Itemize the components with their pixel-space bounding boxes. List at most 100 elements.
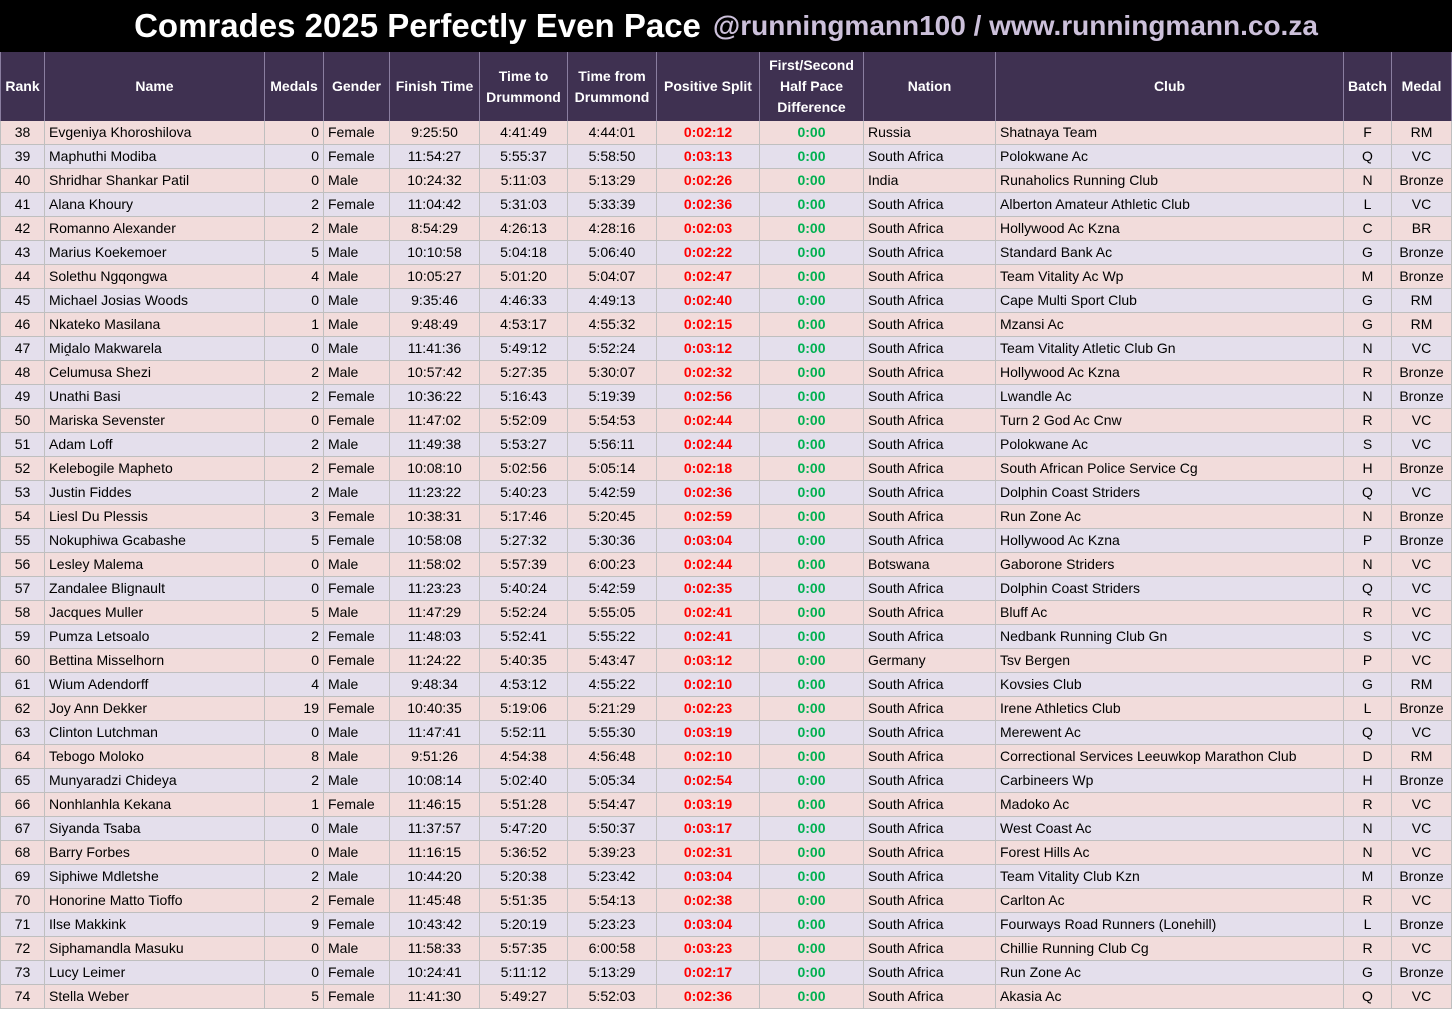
time-from-drummond-cell: 5:30:36 (568, 529, 657, 553)
finish-time-cell: 11:49:38 (390, 433, 480, 457)
table-row: 73 Lucy Leimer 0 Female 10:24:41 5:11:12 5:13:… (0, 961, 1452, 985)
rank-cell: 73 (0, 961, 45, 985)
finish-time-cell: 9:48:34 (390, 673, 480, 697)
name-cell: Kelebogile Mapheto (45, 457, 265, 481)
nation-cell: South Africa (864, 337, 996, 361)
batch-cell: Q (1344, 721, 1392, 745)
finish-time-cell: 10:08:10 (390, 457, 480, 481)
table-row: 49 Unathi Basi 2 Female 10:36:22 5:16:43 5:19:… (0, 385, 1452, 409)
batch-cell: L (1344, 193, 1392, 217)
time-from-drummond-cell: 5:19:39 (568, 385, 657, 409)
club-cell: Forest Hills Ac (996, 841, 1344, 865)
name-cell: Tebogo Moloko (45, 745, 265, 769)
medal-cell: VC (1392, 649, 1452, 673)
table-row: 45 Michael Josias Woods 0 Male 9:35:46 4:46:3… (0, 289, 1452, 313)
club-cell: Akasia Ac (996, 985, 1344, 1009)
rank-cell: 69 (0, 865, 45, 889)
medal-cell: VC (1392, 841, 1452, 865)
half-pace-difference-cell: 0:00 (760, 121, 864, 145)
table-row: 41 Alana Khoury 2 Female 11:04:42 5:31:03 5:33… (0, 193, 1452, 217)
medals-cell: 9 (265, 913, 324, 937)
time-from-drummond-cell: 4:44:01 (568, 121, 657, 145)
nation-cell: South Africa (864, 865, 996, 889)
medal-cell: VC (1392, 625, 1452, 649)
column-header-medal: Medal (1392, 52, 1452, 121)
time-from-drummond-cell: 5:55:22 (568, 625, 657, 649)
medals-cell: 8 (265, 745, 324, 769)
nation-cell: Russia (864, 121, 996, 145)
table-row: 64 Tebogo Moloko 8 Male 9:51:26 4:54:38 4:56:4… (0, 745, 1452, 769)
nation-cell: South Africa (864, 457, 996, 481)
name-cell: Romanno Alexander (45, 217, 265, 241)
club-cell: Irene Athletics Club (996, 697, 1344, 721)
finish-time-cell: 9:25:50 (390, 121, 480, 145)
time-to-drummond-cell: 5:40:35 (480, 649, 568, 673)
table-row: 68 Barry Forbes 0 Male 11:16:15 5:36:52 5:39:2… (0, 841, 1452, 865)
gender-cell: Male (324, 289, 390, 313)
medal-cell: Bronze (1392, 505, 1452, 529)
time-to-drummond-cell: 5:52:24 (480, 601, 568, 625)
half-pace-difference-cell: 0:00 (760, 985, 864, 1009)
time-from-drummond-cell: 5:42:59 (568, 577, 657, 601)
time-from-drummond-cell: 5:54:47 (568, 793, 657, 817)
table-row: 44 Solethu Ngqongwa 4 Male 10:05:27 5:01:20 5:… (0, 265, 1452, 289)
club-cell: Bluff Ac (996, 601, 1344, 625)
medals-cell: 0 (265, 121, 324, 145)
table-row: 51 Adam Loff 2 Male 11:49:38 5:53:27 5:56:11 0:… (0, 433, 1452, 457)
time-to-drummond-cell: 5:55:37 (480, 145, 568, 169)
batch-cell: R (1344, 601, 1392, 625)
finish-time-cell: 9:35:46 (390, 289, 480, 313)
time-to-drummond-cell: 5:31:03 (480, 193, 568, 217)
positive-split-cell: 0:03:12 (657, 649, 760, 673)
finish-time-cell: 10:44:20 (390, 865, 480, 889)
batch-cell: N (1344, 169, 1392, 193)
name-cell: Jacques Muller (45, 601, 265, 625)
rank-cell: 71 (0, 913, 45, 937)
time-to-drummond-cell: 5:49:27 (480, 985, 568, 1009)
finish-time-cell: 11:58:02 (390, 553, 480, 577)
batch-cell: Q (1344, 481, 1392, 505)
rank-cell: 49 (0, 385, 45, 409)
club-cell: Mzansi Ac (996, 313, 1344, 337)
nation-cell: India (864, 169, 996, 193)
club-cell: Polokwane Ac (996, 145, 1344, 169)
half-pace-difference-cell: 0:00 (760, 169, 864, 193)
medal-cell: VC (1392, 985, 1452, 1009)
batch-cell: R (1344, 409, 1392, 433)
club-cell: Run Zone Ac (996, 505, 1344, 529)
table-row: 53 Justin Fiddes 2 Male 11:23:22 5:40:23 5:42:… (0, 481, 1452, 505)
name-cell: Nkateko Masilana (45, 313, 265, 337)
time-to-drummond-cell: 4:26:13 (480, 217, 568, 241)
table-row: 52 Kelebogile Mapheto 2 Female 10:08:10 5:02:… (0, 457, 1452, 481)
rank-cell: 70 (0, 889, 45, 913)
medals-cell: 2 (265, 217, 324, 241)
time-to-drummond-cell: 5:20:38 (480, 865, 568, 889)
time-to-drummond-cell: 5:57:39 (480, 553, 568, 577)
time-from-drummond-cell: 5:13:29 (568, 169, 657, 193)
name-cell: Adam Loff (45, 433, 265, 457)
name-cell: Maphuthi Modiba (45, 145, 265, 169)
time-to-drummond-cell: 5:52:09 (480, 409, 568, 433)
rank-cell: 38 (0, 121, 45, 145)
medals-cell: 0 (265, 937, 324, 961)
positive-split-cell: 0:03:23 (657, 937, 760, 961)
table-row: 47 Miḓalo Makwarela 0 Male 11:41:36 5:49:12 5:… (0, 337, 1452, 361)
batch-cell: G (1344, 961, 1392, 985)
positive-split-cell: 0:03:04 (657, 913, 760, 937)
medals-cell: 2 (265, 889, 324, 913)
positive-split-cell: 0:02:59 (657, 505, 760, 529)
column-header-rank: Rank (0, 52, 45, 121)
time-to-drummond-cell: 4:46:33 (480, 289, 568, 313)
rank-cell: 56 (0, 553, 45, 577)
batch-cell: Q (1344, 985, 1392, 1009)
table-row: 72 Siphamandla Masuku 0 Male 11:58:33 5:57:35… (0, 937, 1452, 961)
batch-cell: R (1344, 793, 1392, 817)
rank-cell: 68 (0, 841, 45, 865)
gender-cell: Male (324, 745, 390, 769)
finish-time-cell: 11:47:41 (390, 721, 480, 745)
club-cell: Polokwane Ac (996, 433, 1344, 457)
half-pace-difference-cell: 0:00 (760, 721, 864, 745)
name-cell: Solethu Ngqongwa (45, 265, 265, 289)
nation-cell: South Africa (864, 265, 996, 289)
positive-split-cell: 0:02:03 (657, 217, 760, 241)
